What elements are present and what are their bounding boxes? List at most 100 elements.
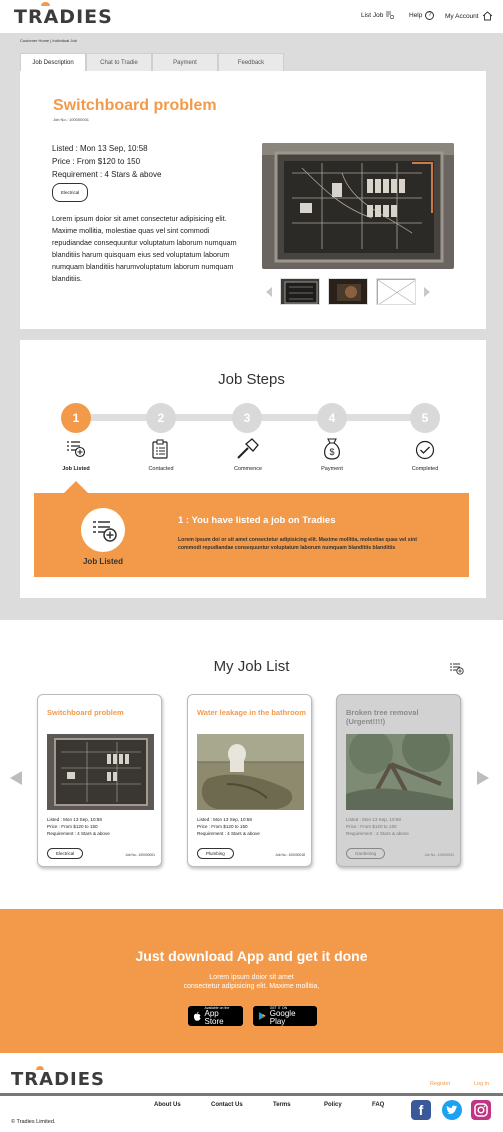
job-card-tag: Gardening <box>346 848 386 859</box>
footer-link-faq[interactable]: FAQ <box>372 1102 384 1108</box>
step-detail-text: Lorem ipsum doi or sit amet consectetur … <box>178 537 417 551</box>
app-store-button[interactable]: Available on the App Store <box>188 1006 243 1026</box>
login-link[interactable]: Log in <box>474 1081 489 1087</box>
home-icon <box>482 11 492 21</box>
step-1-circle[interactable]: 1 <box>61 403 91 433</box>
job-card-3[interactable]: Broken tree removal (Urgent!!!!) Listed … <box>336 694 461 867</box>
footer-link-about[interactable]: About Us <box>154 1102 181 1108</box>
register-link[interactable]: Register <box>430 1081 450 1087</box>
photo-thumbnails <box>266 278 430 305</box>
question-icon: ? <box>425 11 435 20</box>
footer-logo-hat <box>36 1066 44 1070</box>
twitter-icon[interactable] <box>442 1100 462 1120</box>
list-job-link[interactable]: List Job <box>361 11 395 19</box>
tab-job-description[interactable]: Job Description <box>20 53 86 72</box>
step-4-label: Payment <box>321 466 343 472</box>
job-steps-title: Job Steps <box>218 371 285 388</box>
tradies-logo[interactable]: TRADIES <box>14 2 113 28</box>
job-price: Price : From $120 to 150 <box>52 157 141 166</box>
step-detail-title: 1 : You have listed a job on Tradies <box>178 515 336 526</box>
next-jobs-arrow-icon[interactable] <box>477 771 489 785</box>
banner-text-line-2: consectetur adipisicing elit. Maxime mol… <box>183 983 320 990</box>
my-account-label: My Account <box>445 12 479 20</box>
job-card-price: Price : From $120 to 150 <box>346 824 397 829</box>
step-detail-icon-circle <box>81 508 125 552</box>
google-play-big-text: Google Play <box>269 1009 296 1026</box>
hammer-icon <box>237 438 259 459</box>
apple-icon <box>193 1011 201 1021</box>
job-card-photo <box>47 734 154 810</box>
step-1-label: Job Listed <box>62 466 90 472</box>
tab-chat-to-tradie[interactable]: Chat to Tradie <box>86 53 152 72</box>
step-3-label: Commence <box>233 466 263 472</box>
list-job-label: List Job <box>361 11 384 19</box>
job-card-photo <box>346 734 453 810</box>
banner-text: Lorem ipsum doior sit amet consectetur a… <box>0 973 503 991</box>
help-link[interactable]: Help ? <box>409 11 435 20</box>
check-circle-icon <box>415 440 435 460</box>
job-card-number: Job No.: 100000001 <box>125 853 155 857</box>
app-store-big-text: App Store <box>204 1009 224 1026</box>
step-4-circle[interactable]: 4 <box>317 403 347 433</box>
thumbnail-switchboard-image <box>281 279 319 304</box>
footer-link-policy[interactable]: Policy <box>324 1102 342 1108</box>
logo-text: TRADIES <box>14 6 113 28</box>
job-card-info: Listed : Mon 13 Sep, 10:58 Price : From … <box>197 816 260 837</box>
google-play-button[interactable]: GET IT ON Google Play <box>253 1006 317 1026</box>
job-card-price: Price : From $120 to 150 <box>47 824 98 829</box>
logo-hat-accent <box>41 2 50 6</box>
tab-payment[interactable]: Payment <box>152 53 218 72</box>
list-add-icon[interactable] <box>449 662 464 675</box>
thumbnail-2[interactable] <box>328 278 368 305</box>
switchboard-photo <box>47 734 154 810</box>
job-card-tag: Plumbing <box>197 848 234 859</box>
banner-title: Just download App and get it done <box>135 948 368 964</box>
money-bag-icon: $ <box>324 438 340 460</box>
job-title: Switchboard problem <box>53 97 217 114</box>
step-2-label: Contacted <box>148 466 174 472</box>
job-category-tag: Electrical <box>52 183 89 202</box>
job-description-text: Lorem ipsum doior sit amet consectetur a… <box>52 214 237 283</box>
prev-jobs-arrow-icon[interactable] <box>10 771 22 785</box>
job-info: Listed : Mon 13 Sep, 10:58 Price : From … <box>52 142 161 202</box>
thumbnail-placeholder[interactable] <box>376 278 416 305</box>
step-3-circle[interactable]: 3 <box>232 403 262 433</box>
step-5-label: Completed <box>411 466 439 472</box>
footer-logo[interactable]: TRADIES <box>11 1066 105 1090</box>
tab-feedback[interactable]: Feedback <box>218 53 284 72</box>
help-label: Help <box>409 12 423 19</box>
thumbnail-1[interactable] <box>280 278 320 305</box>
breadcrumb[interactable]: Customer Home | Individual Job <box>20 38 77 43</box>
job-card-info: Listed : Mon 13 Sep, 10:58 Price : From … <box>346 816 409 837</box>
instagram-camera-glyph <box>474 1103 488 1117</box>
facebook-icon[interactable]: f <box>411 1100 431 1120</box>
job-card-info: Listed : Mon 13 Sep, 10:58 Price : From … <box>47 816 110 837</box>
job-requirement: Requirement : 4 Stars & above <box>52 170 162 179</box>
job-card-listed: Listed : Mon 13 Sep, 10:58 <box>197 817 252 822</box>
prev-photo-arrow-icon[interactable] <box>266 286 272 297</box>
google-play-icon <box>258 1012 266 1020</box>
instagram-icon[interactable] <box>471 1100 491 1120</box>
footer-divider <box>0 1093 503 1096</box>
twitter-bird-glyph <box>446 1105 458 1114</box>
job-main-photo[interactable] <box>262 143 454 269</box>
step-5-circle[interactable]: 5 <box>410 403 440 433</box>
step-detail-label: Job Listed <box>82 557 123 566</box>
footer-link-contact[interactable]: Contact Us <box>211 1102 243 1108</box>
job-card-2[interactable]: Water leakage in the bathroom Listed : M… <box>187 694 312 867</box>
svg-text:$: $ <box>329 447 334 457</box>
my-job-list-title: My Job List <box>213 658 290 675</box>
footer-link-terms[interactable]: Terms <box>273 1102 291 1108</box>
job-card-photo <box>197 734 304 810</box>
list-add-icon <box>93 521 117 542</box>
job-card-1[interactable]: Switchboard problem Listed : Mon 13 Sep,… <box>37 694 162 867</box>
bathroom-leak-photo <box>197 734 304 810</box>
job-listed-date: Listed : Mon 13 Sep, 10:58 <box>52 144 148 153</box>
next-photo-arrow-icon[interactable] <box>424 286 430 297</box>
step-2-circle[interactable]: 2 <box>146 403 176 433</box>
footer-logo-text: TRADIES <box>11 1069 105 1090</box>
list-add-icon <box>67 441 86 458</box>
broken-tree-photo <box>346 734 453 810</box>
job-card-price: Price : From $120 to 150 <box>197 824 248 829</box>
my-account-link[interactable]: My Account <box>445 11 493 21</box>
